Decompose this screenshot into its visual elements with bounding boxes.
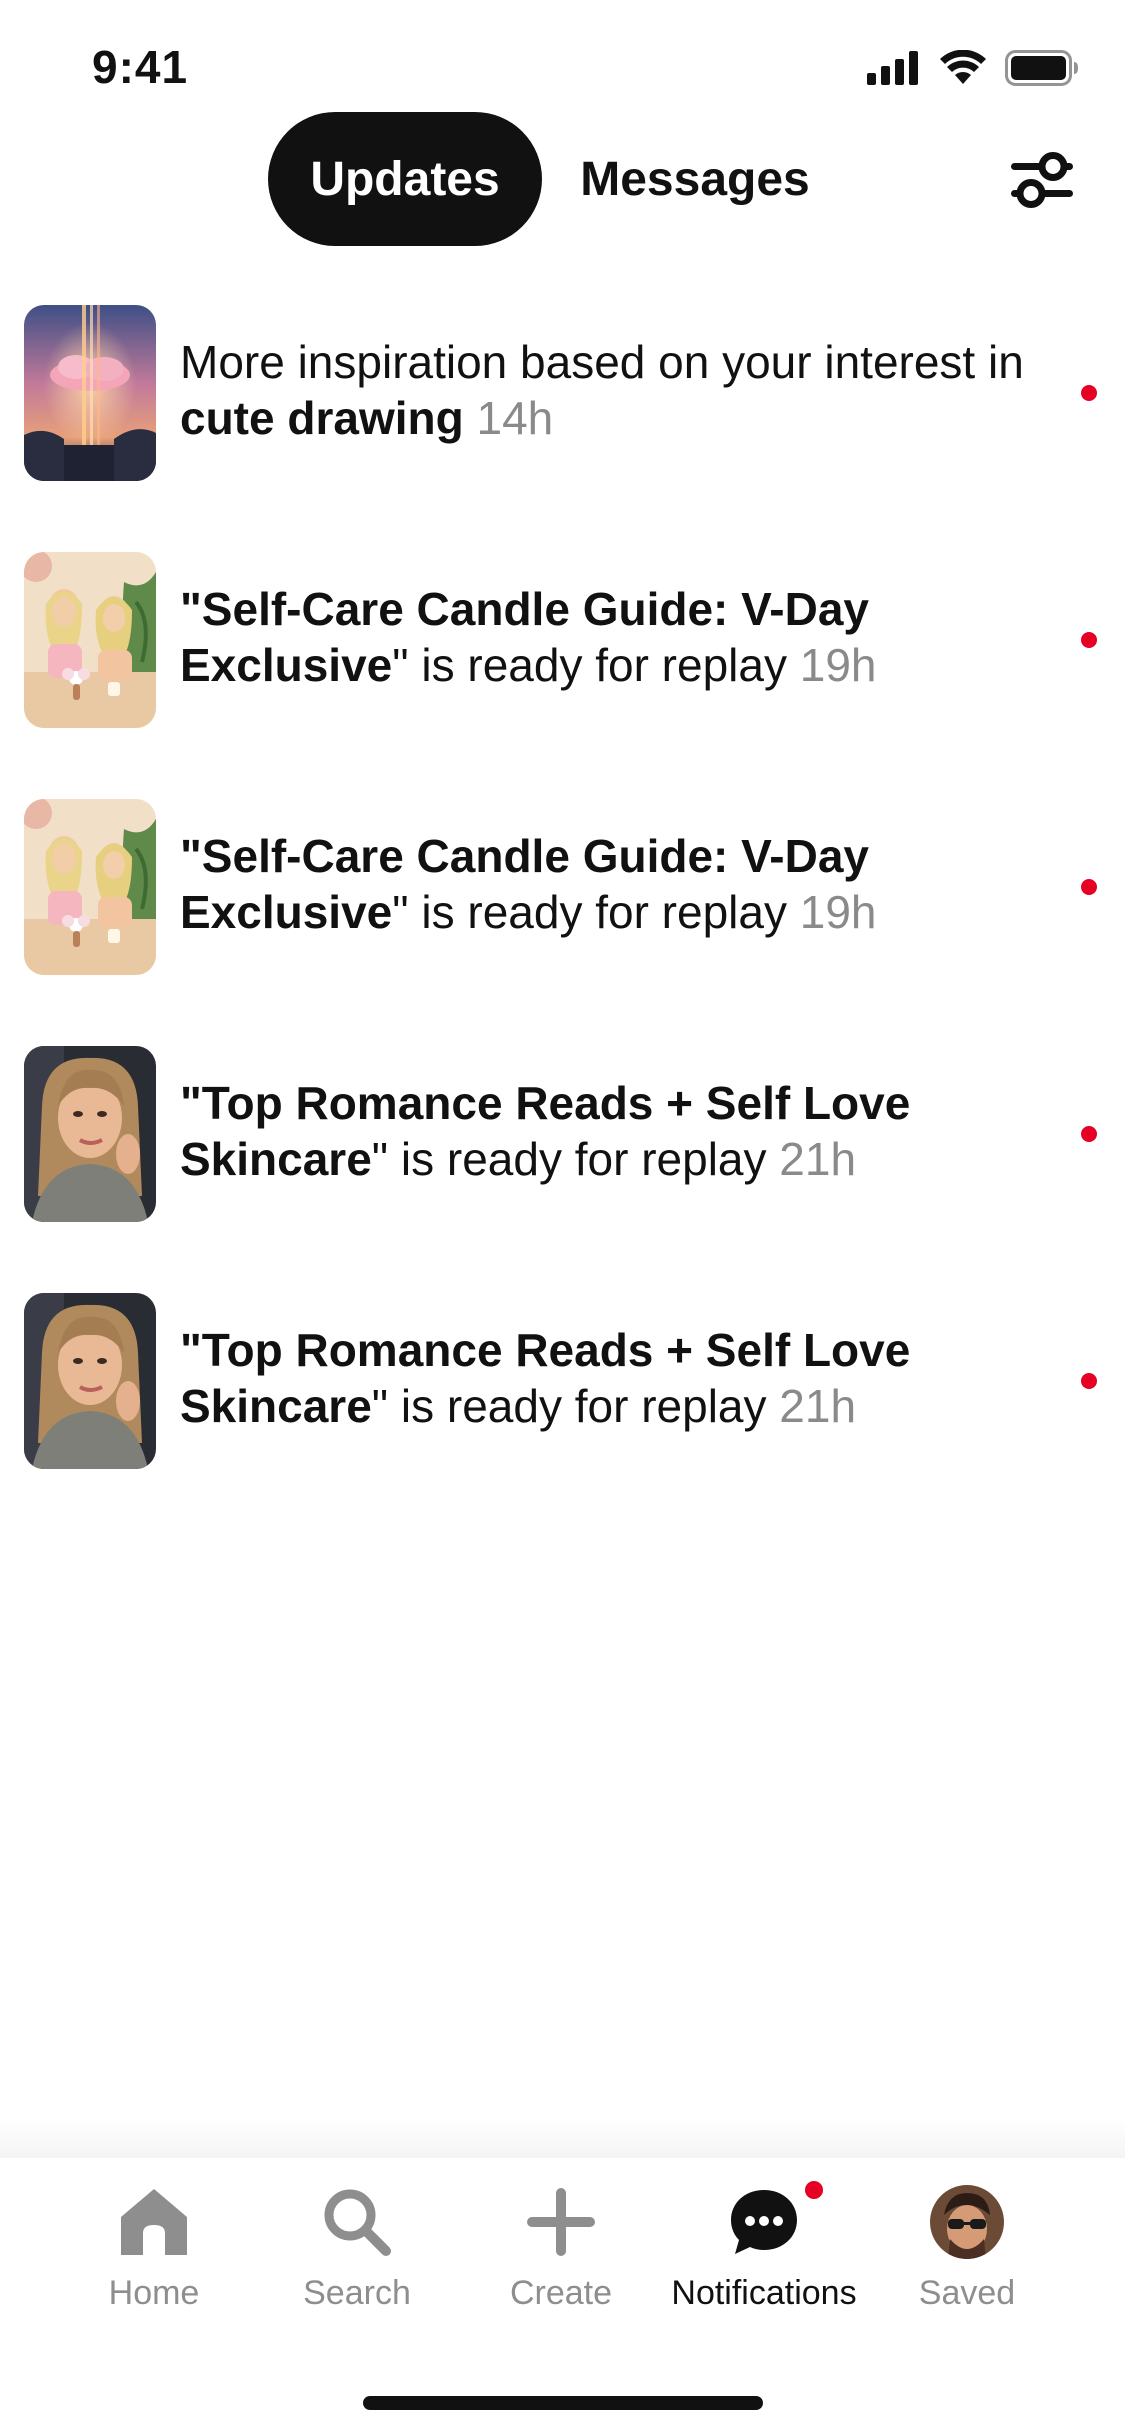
profile-avatar	[927, 2182, 1007, 2262]
notification-item[interactable]: "Self-Care Candle Guide: V-Day Exclusive…	[0, 547, 1125, 794]
nav-item-search[interactable]: Search	[257, 2182, 457, 2332]
notification-item[interactable]: "Top Romance Reads + Self Love Skincare"…	[0, 1041, 1125, 1288]
wifi-icon	[940, 50, 986, 84]
notification-badge	[802, 2178, 826, 2202]
notification-text: "Top Romance Reads + Self Love Skincare"…	[180, 1322, 1040, 1434]
search-icon	[317, 2182, 397, 2262]
notification-item[interactable]: "Self-Care Candle Guide: V-Day Exclusive…	[0, 794, 1125, 1041]
notification-time: 21h	[779, 1380, 857, 1432]
notification-suffix: " is ready for replay	[371, 1380, 780, 1432]
home-icon	[114, 2182, 194, 2262]
nav-item-home[interactable]: Home	[54, 2182, 254, 2332]
notification-suffix: " is ready for replay	[392, 639, 800, 691]
notification-item[interactable]: More inspiration based on your interest …	[0, 300, 1125, 547]
status-icons	[867, 50, 1079, 86]
notification-item[interactable]: "Top Romance Reads + Self Love Skincare"…	[0, 1288, 1125, 1535]
notifications-list: More inspiration based on your interest …	[0, 300, 1125, 1535]
notification-suffix	[464, 392, 477, 444]
notification-text: "Top Romance Reads + Self Love Skincare"…	[180, 1075, 1040, 1187]
notification-time: 21h	[779, 1133, 857, 1185]
notification-subject: cute drawing	[180, 392, 464, 444]
notification-thumbnail	[24, 799, 156, 975]
tab-messages[interactable]: Messages	[560, 112, 830, 246]
notification-thumbnail	[24, 305, 156, 481]
unread-dot	[1081, 632, 1097, 648]
notification-suffix: " is ready for replay	[371, 1133, 780, 1185]
filter-button[interactable]	[1007, 146, 1077, 214]
notification-text: "Self-Care Candle Guide: V-Day Exclusive…	[180, 581, 1040, 693]
header-tabs: Updates Messages	[0, 112, 1125, 248]
plus-icon	[521, 2182, 601, 2262]
sliders-icon	[1011, 152, 1073, 208]
notification-text: More inspiration based on your interest …	[180, 334, 1040, 446]
home-indicator	[363, 2396, 763, 2410]
unread-dot	[1081, 1126, 1097, 1142]
status-time: 9:41	[92, 41, 189, 93]
nav-label-search: Search	[303, 2274, 411, 2312]
nav-item-notifications[interactable]: Notifications	[664, 2178, 864, 2332]
tab-updates[interactable]: Updates	[268, 112, 542, 246]
nav-label-create: Create	[509, 2274, 613, 2312]
nav-label-notifications: Notifications	[671, 2274, 857, 2312]
unread-dot	[1081, 1373, 1097, 1389]
chat-bubble-icon	[724, 2178, 826, 2262]
bottom-nav: Home Search Create Notifications Saved	[0, 2158, 1125, 2436]
notification-time: 19h	[799, 886, 877, 938]
nav-item-saved[interactable]: Saved	[867, 2182, 1067, 2332]
cellular-signal-icon	[867, 51, 918, 85]
notification-suffix: " is ready for replay	[392, 886, 800, 938]
nav-label-saved: Saved	[918, 2274, 1016, 2312]
notification-text: "Self-Care Candle Guide: V-Day Exclusive…	[180, 828, 1040, 940]
bottom-nav-shadow	[0, 2118, 1125, 2158]
notification-time: 19h	[799, 639, 877, 691]
notification-time: 14h	[476, 392, 554, 444]
nav-item-create[interactable]: Create	[461, 2182, 661, 2332]
notification-thumbnail	[24, 1046, 156, 1222]
notification-prefix: More inspiration based on your interest …	[180, 336, 1024, 388]
unread-dot	[1081, 879, 1097, 895]
nav-label-home: Home	[108, 2274, 200, 2312]
battery-icon	[1005, 50, 1078, 86]
notification-thumbnail	[24, 1293, 156, 1469]
notification-thumbnail	[24, 552, 156, 728]
unread-dot	[1081, 385, 1097, 401]
